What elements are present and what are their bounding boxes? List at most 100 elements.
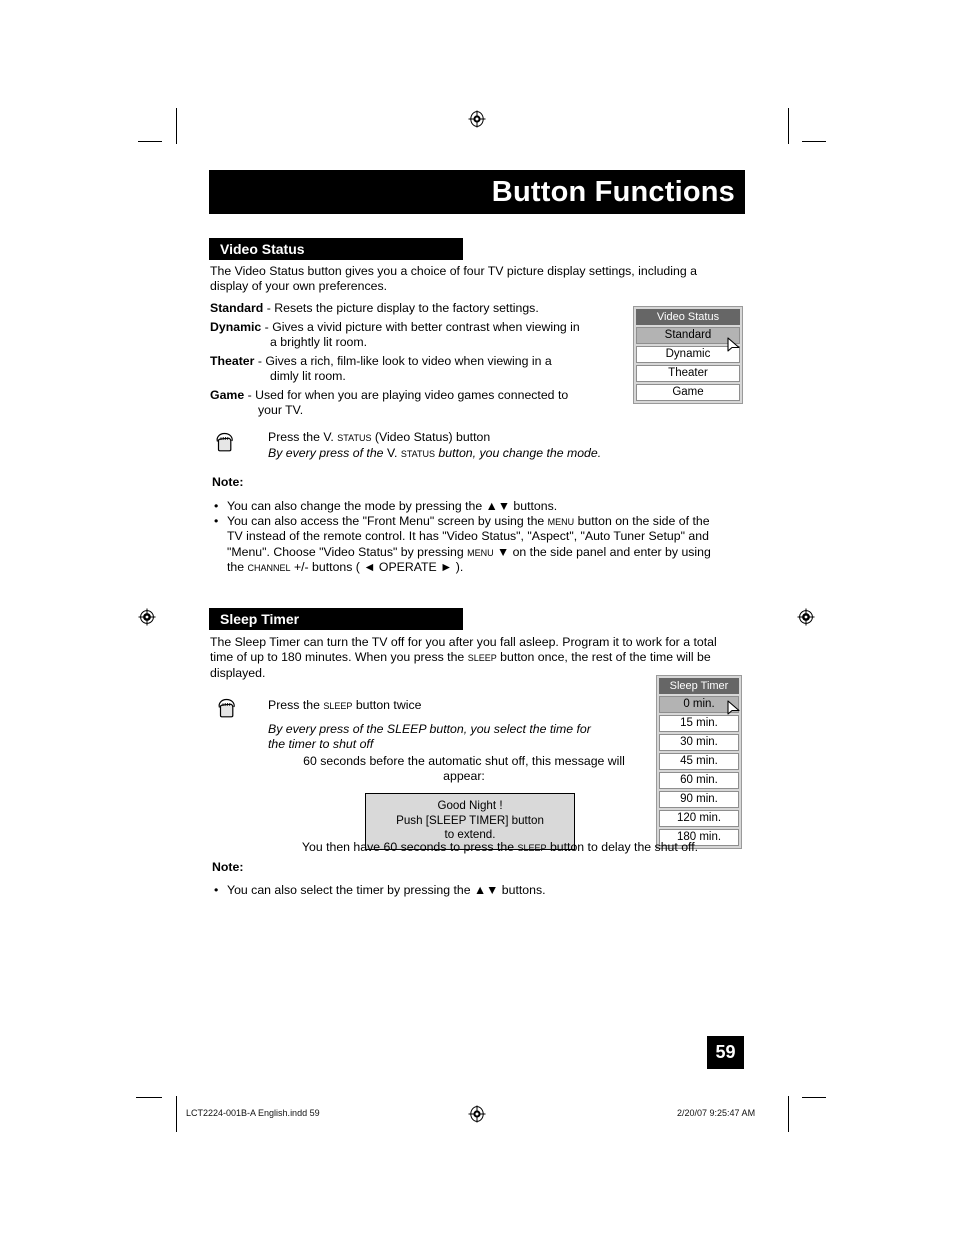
bullet-dot-icon: •	[214, 883, 219, 897]
note2-menu-smallcaps-1: Menu	[547, 514, 575, 528]
note2-channel-smallcaps: Channel	[247, 560, 291, 575]
note2-b: button on the side of the	[574, 514, 710, 528]
sleep-timer-note-bullet-1-text: You can also select the timer by pressin…	[227, 883, 714, 898]
registration-mark-right-middle	[797, 608, 815, 626]
sleep-intro-line2-b: button once, the rest of the time will b…	[496, 650, 711, 665]
sleep-timer-note-label: Note:	[212, 860, 244, 874]
video-status-note-bullet-1: • You can also change the mode by pressi…	[214, 499, 739, 514]
press-line2-a: By every press of the	[268, 446, 387, 460]
sleep-intro-line2-a: time of up to 180 minutes. When you pres…	[210, 650, 468, 665]
video-status-intro-text: The Video Status button gives you a choi…	[210, 264, 697, 294]
osd-video-status-header: Video Status	[636, 309, 740, 325]
mode-game-name: Game	[210, 388, 245, 402]
sleep-smallcaps-2: Sleep	[323, 698, 353, 712]
osd-sleep-timer-header: Sleep Timer	[659, 678, 739, 694]
sleep-intro-line1: The Sleep Timer can turn the TV off for …	[210, 635, 717, 649]
sleep-smallcaps-3: Sleep	[517, 840, 547, 854]
registration-mark-top-center	[468, 110, 486, 128]
registration-mark-bottom-center	[468, 1105, 486, 1123]
sleep-timer-note-bullet-1: • You can also select the timer by press…	[214, 883, 714, 898]
press-v-status-smallcaps: Status	[337, 430, 372, 444]
press-v-prefix: Press the V.	[268, 430, 338, 444]
osd-sleep-timer-item-60min[interactable]: 60 min.	[659, 772, 739, 789]
bullet-dot-icon: •	[214, 499, 219, 513]
press-v-suffix: (Video Status) button	[371, 430, 491, 444]
note1-a: You can also change the mode by pressing…	[227, 499, 486, 513]
osd-sleep-timer-item-45min[interactable]: 45 min.	[659, 753, 739, 770]
mode-dynamic-cont: a brightly lit room.	[270, 335, 368, 350]
osd-sleep-timer-item-120min[interactable]: 120 min.	[659, 810, 739, 827]
sleep-timer-sixty-seconds-note: 60 seconds before the automatic shut off…	[288, 754, 640, 785]
osd-sleep-timer-item-90min[interactable]: 90 min.	[659, 791, 739, 808]
video-status-note-bullet-2-text: You can also access the "Front Menu" scr…	[227, 514, 742, 576]
section-header-video-status-label: Video Status	[220, 241, 305, 257]
sleep-timer-press-italic: By every press of the SLEEP button, you …	[268, 722, 658, 753]
note2-line3-b: ▼ on the side panel and enter by using	[493, 544, 711, 559]
sleep-press-a: Press the	[268, 698, 324, 712]
osd-video-status-menu[interactable]: Video Status Standard Dynamic Theater Ga…	[633, 306, 743, 404]
video-status-press-line2: By every press of the V. Status button, …	[268, 446, 688, 461]
note2-menu-smallcaps-2: Menu	[467, 544, 494, 559]
mode-game: Game - Used for when you are playing vid…	[210, 388, 630, 419]
crop-mark-top-right-vertical	[788, 108, 789, 144]
video-status-press-line1: Press the V. Status (Video Status) butto…	[268, 430, 688, 445]
osd-sleep-timer-item-15min[interactable]: 15 min.	[659, 715, 739, 732]
sleep-smallcaps-1: Sleep	[467, 650, 497, 665]
osd-video-status-item-standard[interactable]: Standard	[636, 327, 740, 344]
mode-game-desc: - Used for when you are playing video ga…	[244, 388, 569, 402]
press-line2-plain: V.	[386, 446, 401, 460]
crop-mark-top-left-vertical	[176, 108, 177, 144]
note1-b: buttons.	[510, 499, 558, 513]
sleep-timer-press-line: Press the Sleep button twice	[268, 698, 648, 713]
note2-line2: TV instead of the remote control. It has…	[227, 529, 709, 544]
crop-mark-top-right-horizontal	[802, 141, 826, 142]
good-night-line1: Good Night !	[437, 799, 503, 812]
sixty-line2: appear:	[443, 769, 485, 784]
press-line2-smallcaps: Status	[400, 446, 436, 460]
osd-video-status-item-dynamic[interactable]: Dynamic	[636, 346, 740, 363]
hand-press-icon-sleep-timer	[214, 696, 240, 722]
video-status-note-bullet-2: • You can also access the "Front Menu" s…	[214, 514, 742, 576]
sleep-timer-after-message: You then have 60 seconds to press the Sl…	[255, 840, 745, 855]
mode-dynamic-desc: - Gives a vivid picture with better cont…	[261, 320, 580, 334]
sixty-line1: 60 seconds before the automatic shut off…	[303, 754, 625, 768]
osd-video-status-item-game[interactable]: Game	[636, 384, 740, 401]
mode-game-cont: your TV.	[258, 403, 304, 418]
crop-mark-top-left-horizontal	[138, 141, 162, 142]
osd-video-status-item-theater[interactable]: Theater	[636, 365, 740, 382]
footer-tick-right	[788, 1100, 789, 1128]
registration-mark-left-middle	[138, 608, 156, 626]
good-night-line2: Push [SLEEP TIMER] button	[396, 813, 544, 827]
up-down-arrows-icon: ▲▼	[474, 883, 499, 897]
up-down-arrows-icon: ▲▼	[485, 499, 510, 513]
press-line2-b: button, you change the mode.	[435, 446, 602, 460]
note2-line4-a: the	[227, 560, 248, 575]
sleep-press-b: button twice	[352, 698, 422, 712]
footer-tick-left	[176, 1100, 177, 1128]
section-header-sleep-timer-label: Sleep Timer	[220, 611, 300, 627]
mode-dynamic-name: Dynamic	[210, 320, 262, 334]
sleep-press-italic-line2: the timer to shut off	[268, 737, 374, 752]
bullet-dot-icon: •	[214, 514, 219, 528]
footer-divider-right	[802, 1097, 826, 1098]
section-header-video-status: Video Status	[209, 238, 463, 260]
mode-standard-name: Standard	[210, 301, 264, 315]
mode-theater-cont: dimly lit room.	[270, 369, 346, 384]
mode-theater-desc: - Gives a rich, film-like look to video …	[254, 354, 552, 368]
osd-sleep-timer-item-30min[interactable]: 30 min.	[659, 734, 739, 751]
video-status-intro: The Video Status button gives you a choi…	[210, 264, 735, 295]
mode-theater: Theater - Gives a rich, film-like look t…	[210, 354, 630, 385]
sleep-note1-b: buttons.	[498, 883, 546, 897]
page-title: Button Functions	[491, 175, 735, 208]
after-b: button to delay the shut off.	[546, 840, 699, 854]
note2-line3-a: "Menu". Choose "Video Status" by pressin…	[227, 544, 468, 559]
sleep-press-italic-line1: By every press of the SLEEP button, you …	[268, 722, 591, 736]
cursor-arrow-icon-video-status	[726, 337, 741, 354]
sleep-note1-a: You can also select the timer by pressin…	[227, 883, 474, 897]
video-status-note-bullet-1-text: You can also change the mode by pressing…	[227, 499, 739, 514]
video-status-note-label: Note:	[212, 475, 244, 489]
mode-standard: Standard - Resets the picture display to…	[210, 301, 640, 316]
page-number-badge: 59	[707, 1036, 744, 1069]
mode-theater-name: Theater	[210, 354, 255, 368]
mode-dynamic: Dynamic - Gives a vivid picture with bet…	[210, 320, 630, 351]
